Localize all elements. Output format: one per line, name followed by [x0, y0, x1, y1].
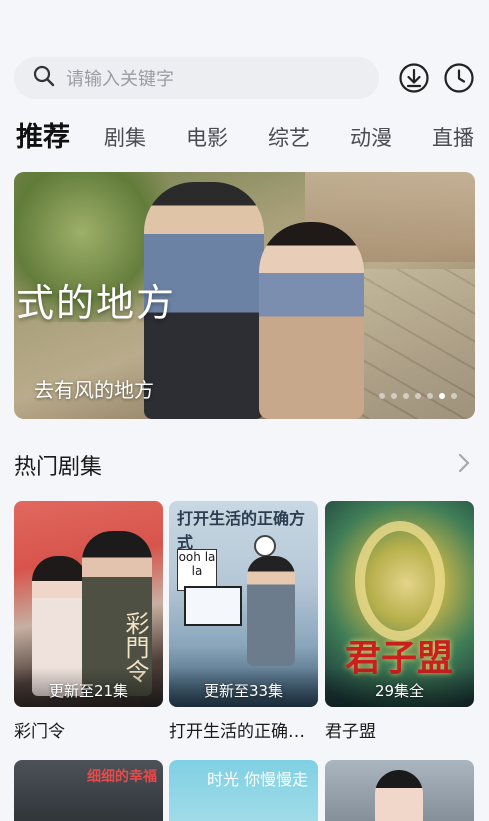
tab-variety[interactable]: 综艺: [268, 120, 310, 156]
carousel-dot: [403, 393, 409, 399]
banner-overlay-title: 式的地方: [16, 281, 177, 325]
episode-badge: 更新至33集: [203, 682, 284, 700]
category-tabs: 推荐 剧集 电影 综艺 动漫 直播: [16, 116, 489, 156]
series-title[interactable]: 君子盟: [325, 717, 475, 742]
chevron-right-icon[interactable]: [457, 452, 471, 474]
tab-movies[interactable]: 电影: [186, 120, 228, 156]
poster-title-text: 打开生活的正确方式: [177, 509, 306, 552]
carousel-dot: [427, 393, 433, 399]
tab-live[interactable]: 直播: [432, 120, 474, 156]
series-poster[interactable]: 时光 你慢慢走: [169, 760, 318, 821]
carousel-dot: [379, 393, 385, 399]
search-icon: [32, 64, 56, 92]
series-poster[interactable]: [325, 760, 474, 821]
hero-banner[interactable]: 式的地方 去有风的地方: [14, 172, 475, 419]
carousel-dot: [451, 393, 457, 399]
search-placeholder: 请输入关键字: [66, 69, 174, 90]
series-poster[interactable]: 打开生活的正确方式 ooh la la 更新至33集: [169, 501, 318, 707]
search-input[interactable]: 请输入关键字: [14, 57, 379, 99]
carousel-dot: [415, 393, 421, 399]
series-poster[interactable]: 彩門令 更新至21集: [14, 501, 163, 707]
poster-title-text: 细细的幸福: [87, 769, 157, 785]
carousel-dot-active: [439, 393, 445, 399]
episode-badge: 更新至21集: [48, 682, 129, 700]
tab-recommend[interactable]: 推荐: [16, 120, 70, 156]
history-clock-icon[interactable]: [443, 62, 475, 94]
download-icon[interactable]: [398, 62, 430, 94]
banner-actress-image: [259, 222, 364, 419]
series-title[interactable]: 彩门令: [14, 717, 164, 742]
section-title: 热门剧集: [14, 455, 103, 480]
episode-badge: 29集全: [374, 682, 425, 700]
tab-series[interactable]: 剧集: [104, 120, 146, 156]
poster-title-text: 时光 你慢慢走: [207, 770, 309, 789]
search-row: 请输入关键字: [14, 57, 475, 99]
poster-sign: ooh la la: [177, 549, 217, 591]
banner-caption: 去有风的地方: [34, 378, 154, 402]
series-poster[interactable]: 君子盟 29集全: [325, 501, 474, 707]
clock-icon: [254, 535, 276, 557]
carousel-indicator: [379, 393, 457, 399]
carousel-dot: [391, 393, 397, 399]
series-title[interactable]: 打开生活的正确…: [169, 717, 319, 742]
tab-anime[interactable]: 动漫: [350, 120, 392, 156]
series-poster[interactable]: 细细的幸福: [14, 760, 163, 821]
